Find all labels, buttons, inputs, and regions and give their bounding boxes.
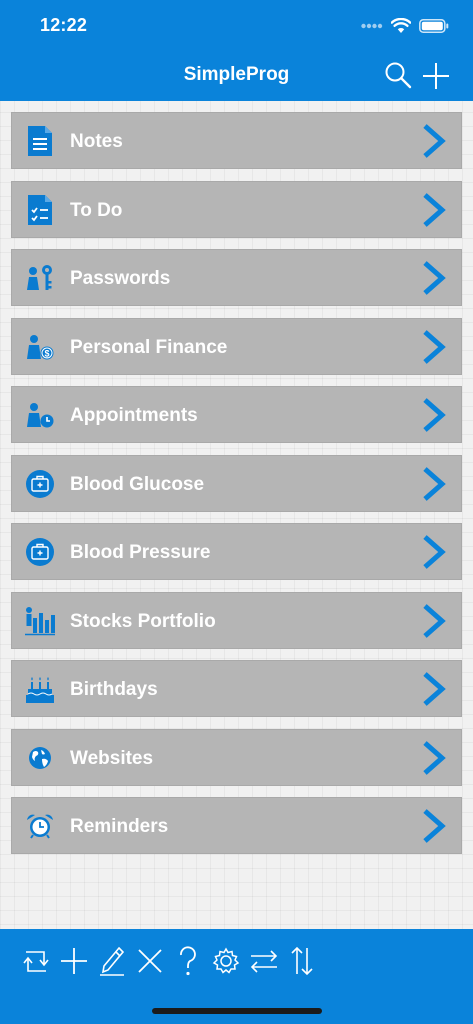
horizontal-arrows-icon (248, 944, 280, 978)
chevron-right-icon (421, 466, 447, 502)
person-key-icon (25, 262, 55, 294)
menu-item-blood-glucose[interactable]: Blood Glucose (11, 454, 462, 512)
chevron-right-icon (421, 260, 447, 296)
menu-item-personal-finance[interactable]: $ Personal Finance (11, 317, 462, 375)
birthday-cake-icon (25, 673, 55, 705)
notes-document-icon (25, 125, 55, 157)
gear-icon (210, 944, 242, 978)
menu-item-blood-pressure[interactable]: Blood Pressure (11, 523, 462, 580)
medical-kit-icon (25, 536, 55, 568)
menu-item-websites[interactable]: Websites (11, 728, 462, 786)
chevron-right-icon (421, 671, 447, 707)
menu-item-label: Appointments (70, 405, 198, 426)
menu-item-notes[interactable]: Notes (11, 112, 462, 169)
menu-item-label: Passwords (70, 268, 171, 289)
status-icons (361, 15, 449, 37)
chevron-right-icon (421, 740, 447, 776)
signal-dots-icon (361, 23, 383, 29)
checklist-document-icon (25, 194, 55, 226)
settings-button[interactable] (210, 944, 242, 978)
search-icon (383, 60, 415, 92)
chevron-right-icon (421, 192, 447, 228)
menu-item-label: Reminders (70, 816, 169, 837)
header-bar: 12:22 SimpleProg (0, 0, 473, 101)
plus-icon (420, 60, 452, 92)
alarm-clock-icon (25, 810, 55, 842)
transfer-button[interactable] (248, 944, 280, 978)
menu-item-stocks-portfolio[interactable]: Stocks Portfolio (11, 591, 462, 649)
menu-item-label: Birthdays (70, 679, 158, 700)
chevron-right-icon (421, 123, 447, 159)
chevron-right-icon (421, 603, 447, 639)
chevron-right-icon (421, 534, 447, 570)
menu-item-birthdays[interactable]: Birthdays (11, 660, 462, 717)
help-button[interactable] (172, 944, 204, 978)
question-mark-icon (172, 944, 204, 978)
globe-icon (25, 742, 55, 774)
vertical-arrows-icon (286, 944, 318, 978)
menu-item-label: Websites (70, 747, 154, 769)
sync-button[interactable] (20, 944, 52, 978)
sort-button[interactable] (286, 944, 318, 978)
pencil-icon (96, 944, 128, 978)
search-button[interactable] (383, 60, 415, 92)
sync-arrows-icon (20, 944, 52, 978)
toolbar-buttons (20, 944, 320, 978)
person-bar-chart-icon (25, 605, 55, 637)
menu-item-appointments[interactable]: Appointments (11, 386, 462, 443)
status-time: 12:22 (40, 15, 88, 35)
edit-button[interactable] (96, 944, 128, 978)
chevron-right-icon (421, 397, 447, 433)
bottom-toolbar (0, 929, 473, 1024)
person-clock-icon (25, 399, 55, 431)
menu-item-to-do[interactable]: To Do (11, 180, 462, 238)
home-indicator (152, 1008, 322, 1014)
battery-icon (419, 19, 449, 33)
person-dollar-icon: $ (25, 331, 55, 363)
plus-icon (58, 944, 90, 978)
medical-kit-icon (25, 468, 55, 500)
menu-item-label: To Do (70, 199, 123, 221)
add-item-button[interactable] (58, 944, 90, 978)
menu-item-reminders[interactable]: Reminders (11, 797, 462, 854)
add-button[interactable] (420, 60, 452, 92)
menu-item-label: Blood Pressure (70, 542, 211, 563)
menu-item-label: Stocks Portfolio (70, 610, 216, 632)
chevron-right-icon (421, 329, 447, 365)
delete-button[interactable] (134, 944, 166, 978)
menu-item-passwords[interactable]: Passwords (11, 249, 462, 306)
module-list: Notes To Do Passwords $ Personal Finance (11, 112, 462, 866)
menu-item-label: Personal Finance (70, 336, 228, 358)
wifi-icon (391, 18, 411, 34)
menu-item-label: Notes (70, 131, 123, 152)
menu-item-label: Blood Glucose (70, 473, 205, 495)
svg-text:$: $ (44, 348, 49, 358)
close-x-icon (134, 944, 166, 978)
chevron-right-icon (421, 808, 447, 844)
